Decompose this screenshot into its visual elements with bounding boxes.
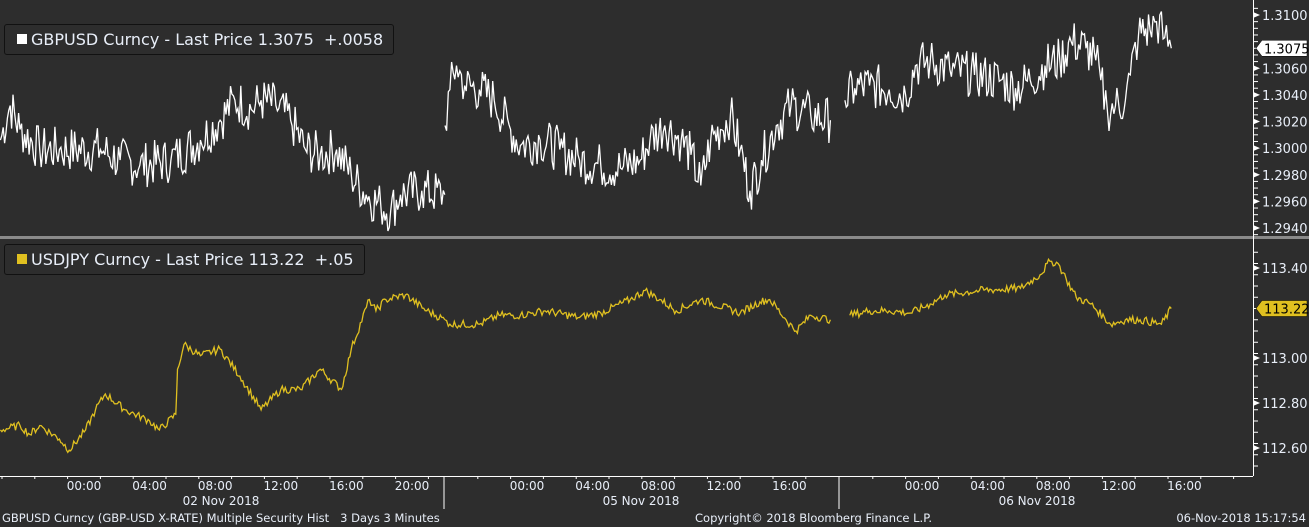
footer-timestamp: 06-Nov-2018 15:17:54	[1176, 511, 1306, 525]
series-line-usdjpy-session	[0, 292, 446, 454]
series-line-gbpusd-session	[444, 61, 832, 210]
x-date-label: 02 Nov 2018	[183, 494, 260, 508]
series-line-usdjpy-session	[444, 287, 831, 335]
y-tick-label: 113.40	[1262, 262, 1308, 277]
x-tick-label: 00:00	[905, 479, 940, 493]
gbpusd-swatch-icon	[17, 34, 27, 44]
x-tick-label: 08:00	[1036, 479, 1071, 493]
footer-description: GBPUSD Curncy (GBP-USD X-RATE) Multiple …	[2, 511, 440, 525]
legend-gbpusd-security: GBPUSD Curncy - Last Price	[31, 30, 253, 49]
y-tick-label: 113.00	[1262, 352, 1308, 367]
y-tick-marker	[1253, 445, 1260, 451]
legend-gbpusd-change: +.0058	[323, 30, 384, 49]
y-tick-marker	[1253, 65, 1260, 72]
x-tick-label: 04:00	[132, 479, 167, 493]
x-date-label: 06 Nov 2018	[999, 494, 1076, 508]
y-tick-marker	[1253, 225, 1260, 231]
y-tick-label: 1.2980	[1262, 169, 1308, 184]
last-price-label: 1.3075	[1264, 42, 1309, 57]
y-tick-marker	[1253, 145, 1260, 152]
y-tick-label: 1.3060	[1262, 62, 1308, 77]
x-tick-label: 16:00	[329, 479, 364, 493]
legend-usdjpy: USDJPY Curncy - Last Price 113.22 +.05	[4, 244, 365, 275]
usdjpy-swatch-icon	[17, 254, 27, 264]
y-tick-label: 1.2940	[1262, 222, 1308, 237]
panel-separator	[0, 236, 1309, 239]
y-tick-label: 1.3000	[1262, 142, 1308, 157]
x-tick-label: 16:00	[1167, 479, 1202, 493]
legend-gbpusd: GBPUSD Curncy - Last Price 1.3075 +.0058	[4, 24, 395, 55]
y-tick-label: 112.60	[1262, 442, 1308, 457]
y-tick-marker	[1253, 265, 1260, 271]
y-tick-marker	[1253, 171, 1260, 178]
series-line-gbpusd-session	[844, 11, 1172, 131]
x-tick-label: 08:00	[198, 479, 233, 493]
x-tick-label: 20:00	[395, 479, 430, 493]
y-tick-marker	[1253, 400, 1260, 406]
series-line-gbpusd-session	[0, 82, 446, 232]
y-tick-marker	[1253, 198, 1260, 205]
legend-usdjpy-last: 113.22	[248, 250, 305, 269]
y-tick-marker	[1253, 91, 1260, 98]
x-tick-label: 08:00	[641, 479, 676, 493]
x-tick-label: 04:00	[575, 479, 610, 493]
x-tick-label: 12:00	[264, 479, 299, 493]
legend-usdjpy-security: USDJPY Curncy - Last Price	[31, 250, 244, 269]
x-tick-label: 16:00	[772, 479, 807, 493]
y-tick-label: 1.3100	[1262, 9, 1308, 24]
y-tick-label: 1.3040	[1262, 89, 1308, 104]
y-tick-marker	[1253, 118, 1260, 125]
legend-usdjpy-change: +.05	[314, 250, 354, 269]
legend-gbpusd-last: 1.3075	[257, 30, 314, 49]
last-price-label: 113.22	[1264, 303, 1309, 318]
x-tick-label: 12:00	[1102, 479, 1137, 493]
series-usdjpy	[0, 257, 1172, 454]
y-tick-label: 1.2960	[1262, 195, 1308, 210]
y-tick-label: 112.80	[1262, 397, 1308, 412]
y-tick-label: 1.3020	[1262, 116, 1308, 131]
x-tick-label: 04:00	[970, 479, 1005, 493]
x-tick-label: 00:00	[67, 479, 102, 493]
y-tick-marker	[1253, 355, 1260, 361]
x-tick-label: 12:00	[707, 479, 742, 493]
footer-copyright: Copyright© 2018 Bloomberg Finance L.P.	[695, 511, 932, 525]
y-tick-marker	[1253, 12, 1260, 18]
series-line-usdjpy-session	[849, 257, 1172, 329]
x-tick-label: 00:00	[510, 479, 545, 493]
x-date-label: 05 Nov 2018	[603, 494, 680, 508]
